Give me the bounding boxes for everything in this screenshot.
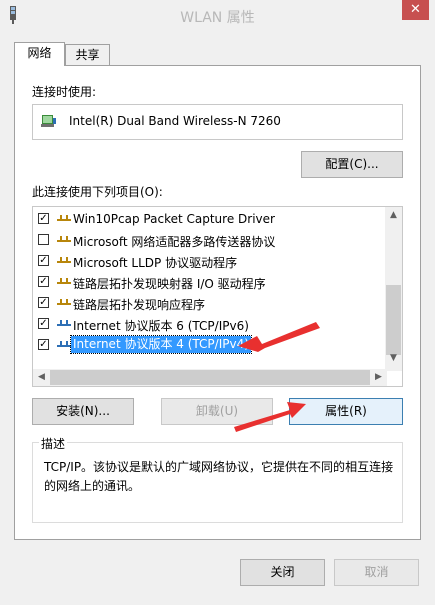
protocol-icon [57, 215, 71, 221]
items-label: 此连接使用下列项目(O): [32, 185, 163, 199]
properties-button[interactable]: 属性(R) [289, 398, 403, 425]
item-label: 链路层拓扑发现响应程序 [73, 298, 206, 312]
list-item-selected[interactable]: ✓ Internet 协议版本 4 (TCP/IPv4) [33, 335, 387, 355]
scroll-up-icon[interactable]: ▲ [385, 210, 402, 220]
install-button[interactable]: 安装(N)... [32, 398, 134, 425]
tab-sharing[interactable]: 共享 [65, 44, 110, 65]
description-text: TCP/IP。该协议是默认的广域网络协议，它提供在不同的相互连接的网络上的通讯。 [44, 460, 394, 493]
list-item[interactable]: ✓ Win10Pcap Packet Capture Driver [33, 209, 387, 229]
item-label: Internet 协议版本 6 (TCP/IPv6) [73, 319, 249, 333]
protocol-icon [57, 299, 71, 305]
items-list[interactable]: ✓ Win10Pcap Packet Capture Driver Micros… [32, 206, 403, 387]
vertical-scrollbar[interactable]: ▲ ▼ [385, 207, 402, 371]
scroll-down-icon[interactable]: ▼ [385, 353, 402, 363]
item-checkbox[interactable]: ✓ [38, 255, 49, 266]
item-checkbox[interactable]: ✓ [38, 339, 49, 350]
description-legend: 描述 [39, 435, 68, 452]
network-adapter-icon [41, 115, 56, 127]
title-bar: WLAN 属性 ✕ [0, 0, 435, 30]
item-checkbox[interactable] [38, 234, 49, 245]
vertical-scroll-thumb[interactable] [386, 285, 401, 355]
horizontal-scroll-thumb[interactable] [50, 370, 370, 385]
connect-using-label: 连接时使用: [32, 85, 97, 99]
item-checkbox[interactable]: ✓ [38, 318, 49, 329]
close-button[interactable]: 关闭 [240, 559, 325, 586]
item-checkbox[interactable]: ✓ [38, 213, 49, 224]
scroll-right-icon[interactable]: ▶ [370, 372, 387, 382]
item-label: Win10Pcap Packet Capture Driver [73, 212, 275, 226]
cancel-button[interactable]: 取消 [334, 559, 419, 586]
protocol-icon [57, 341, 71, 347]
item-checkbox[interactable]: ✓ [38, 297, 49, 308]
tab-network[interactable]: 网络 [14, 42, 65, 66]
protocol-icon [57, 236, 71, 242]
protocol-icon [57, 257, 71, 263]
list-item[interactable]: ✓ Microsoft LLDP 协议驱动程序 [33, 251, 387, 271]
list-item[interactable]: ✓ Internet 协议版本 6 (TCP/IPv6) [33, 314, 387, 334]
adapter-box: Intel(R) Dual Band Wireless-N 7260 [32, 104, 403, 140]
horizontal-scrollbar[interactable]: ◀ ▶ [33, 369, 387, 386]
configure-button[interactable]: 配置(C)... [301, 151, 403, 178]
scroll-left-icon[interactable]: ◀ [33, 372, 50, 382]
item-checkbox[interactable]: ✓ [38, 276, 49, 287]
item-label: Internet 协议版本 4 (TCP/IPv4) [70, 335, 252, 354]
close-window-button[interactable]: ✕ [402, 0, 429, 20]
adapter-name: Intel(R) Dual Band Wireless-N 7260 [69, 114, 281, 128]
list-item[interactable]: ✓ 链路层拓扑发现映射器 I/O 驱动程序 [33, 272, 387, 292]
list-item[interactable]: Microsoft 网络适配器多路传送器协议 [33, 230, 387, 250]
uninstall-button[interactable]: 卸载(U) [161, 398, 273, 425]
item-label: Microsoft 网络适配器多路传送器协议 [73, 235, 276, 249]
item-label: 链路层拓扑发现映射器 I/O 驱动程序 [73, 277, 266, 291]
protocol-icon [57, 278, 71, 284]
window-title: WLAN 属性 [180, 10, 255, 26]
protocol-icon [57, 320, 71, 326]
list-item[interactable]: ✓ 链路层拓扑发现响应程序 [33, 293, 387, 313]
item-label: Microsoft LLDP 协议驱动程序 [73, 256, 238, 270]
